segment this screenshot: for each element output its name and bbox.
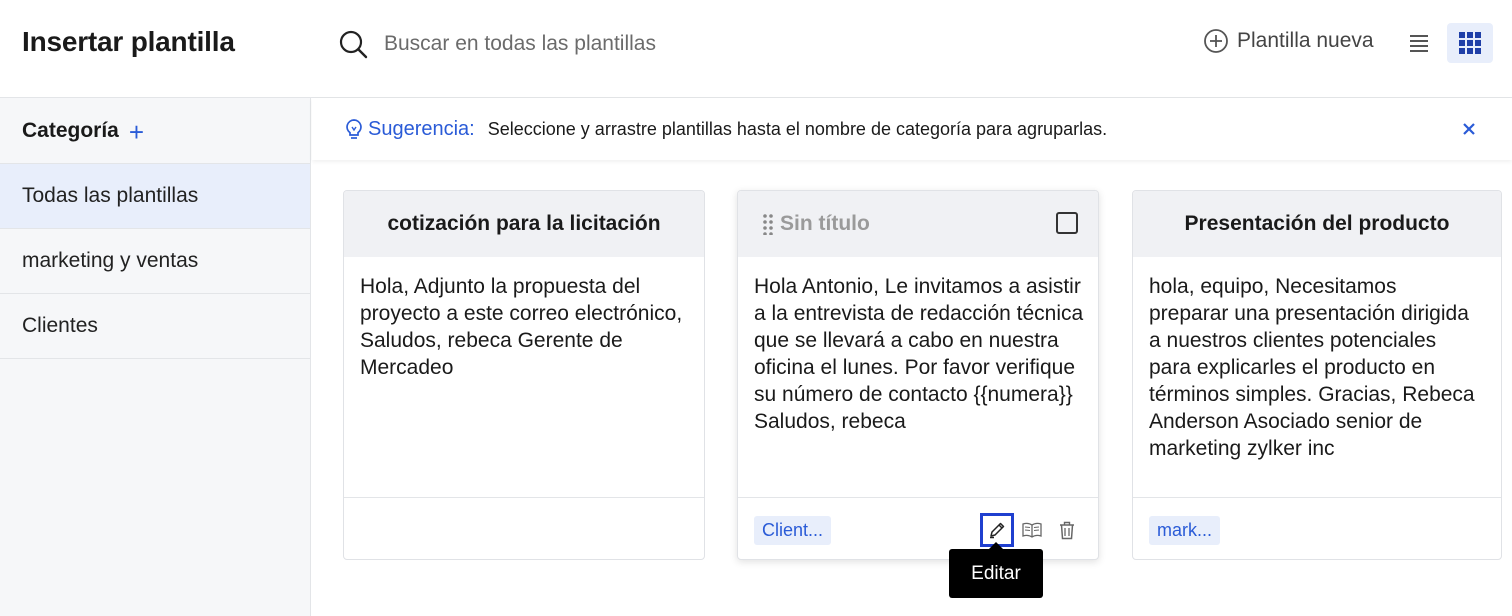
- edit-tooltip: Editar: [949, 542, 1043, 598]
- delete-template-button[interactable]: [1053, 516, 1081, 544]
- search-input[interactable]: [384, 32, 904, 56]
- close-tip-button[interactable]: [1454, 114, 1484, 144]
- template-card-footer: Client...: [738, 497, 1098, 559]
- new-template-label: Plantilla nueva: [1237, 29, 1374, 52]
- template-card-title: Sin título: [780, 212, 870, 235]
- sidebar-item-clients[interactable]: Clientes: [0, 294, 310, 359]
- category-tag[interactable]: Client...: [754, 516, 832, 545]
- grid-view-icon: [1459, 32, 1481, 54]
- sidebar-item-all-templates[interactable]: Todas las plantillas: [0, 164, 310, 229]
- category-heading: Categoría: [22, 118, 119, 142]
- template-card[interactable]: Presentación del producto hola, equipo, …: [1132, 190, 1502, 560]
- list-view-button[interactable]: [1396, 23, 1442, 63]
- drag-handle-icon[interactable]: [762, 213, 774, 235]
- lightbulb-icon: [346, 119, 362, 139]
- trash-icon: [1060, 521, 1074, 539]
- tip-banner: Sugerencia: Seleccione y arrastre planti…: [312, 98, 1512, 160]
- search-icon: [339, 30, 368, 59]
- template-card-footer: mark...: [1133, 497, 1501, 559]
- category-header: Categoría +: [0, 98, 310, 164]
- header: Insertar plantilla Plantilla nueva: [0, 0, 1512, 98]
- sidebar-item-marketing-sales[interactable]: marketing y ventas: [0, 229, 310, 294]
- search-bar[interactable]: [338, 24, 938, 64]
- book-open-icon: [1022, 522, 1042, 538]
- tip-label: Sugerencia:: [368, 117, 475, 140]
- template-card-body: Hola, Adjunto la propuesta del proyecto …: [360, 275, 683, 379]
- select-template-checkbox[interactable]: [1056, 212, 1078, 234]
- template-card-footer: [344, 497, 704, 559]
- template-card[interactable]: cotización para la licitación Hola, Adju…: [343, 190, 705, 560]
- template-card-body: hola, equipo, Necesitamos preparar una p…: [1149, 275, 1475, 460]
- template-card[interactable]: Sin título Hola Antonio, Le invitamos a …: [737, 190, 1099, 560]
- pencil-icon: [990, 522, 1005, 539]
- add-category-button[interactable]: +: [129, 119, 144, 145]
- category-tag[interactable]: mark...: [1149, 516, 1221, 545]
- page-title: Insertar plantilla: [22, 26, 235, 57]
- tip-text: Seleccione y arrastre plantillas hasta e…: [487, 118, 1108, 139]
- template-card-title: cotización para la licitación: [344, 191, 704, 257]
- new-template-button[interactable]: Plantilla nueva: [1203, 28, 1374, 54]
- grid-view-button[interactable]: [1447, 23, 1493, 63]
- list-view-icon: [1410, 35, 1428, 52]
- preview-template-button[interactable]: [1018, 516, 1046, 544]
- close-icon: [1463, 123, 1475, 135]
- template-card-body: Hola Antonio, Le invitamos a asistir a l…: [754, 275, 1084, 433]
- template-card-title-bar: Sin título: [738, 191, 1098, 257]
- template-card-title: Presentación del producto: [1133, 191, 1501, 257]
- sidebar: Categoría + Todas las plantillas marketi…: [0, 98, 311, 616]
- plus-circle-icon: [1204, 29, 1228, 53]
